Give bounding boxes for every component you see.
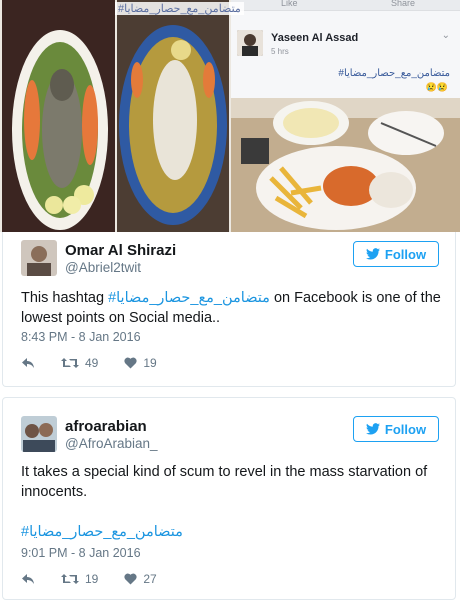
like-action[interactable]: 19 [124,356,157,370]
tweet-actions: 49 19 [21,356,183,370]
follow-label: Follow [384,421,427,437]
tweet-card: afroarabian @AfroArabian_ Follow It take… [2,397,456,600]
facebook-hashtag[interactable]: #متضامن_مع_حصار_مضايا [338,68,450,79]
facebook-share-link[interactable]: Share [391,0,415,8]
twitter-bird-icon [365,423,380,435]
user-handle[interactable]: @Abriel2twit [65,260,141,275]
heart-icon [124,573,137,585]
chevron-down-icon[interactable]: ⌄ [442,30,450,41]
meal-photo [231,98,460,232]
crying-emoji: 😢😢 [425,82,448,92]
retweet-icon [61,573,79,585]
follow-label: Follow [384,246,427,262]
retweet-icon [61,357,79,369]
facebook-author-avatar[interactable] [237,30,263,56]
tweet-card: Omar Al Shirazi @Abriel2twit Follow This… [2,232,456,387]
retweet-action[interactable]: 19 [61,572,98,586]
display-name[interactable]: Omar Al Shirazi [65,242,176,259]
like-count: 19 [143,356,157,370]
retweet-action[interactable]: 49 [61,356,98,370]
follow-button[interactable]: Follow [353,416,439,442]
facebook-like-link[interactable]: Like [281,0,298,8]
user-handle[interactable]: @AfroArabian_ [65,436,158,451]
facebook-action-bar: Like Share [231,0,460,11]
reply-icon[interactable] [21,573,35,585]
tweet-actions: 19 27 [21,572,183,586]
retweet-count: 49 [85,356,99,370]
tweet-text: This hashtag #متضامن_مع_حصار_مضايا on Fa… [21,288,441,328]
image-overlay-hashtag: #متضامن_مع_حصار_مضايا [115,2,244,15]
reply-icon[interactable] [21,357,35,369]
facebook-author-name[interactable]: Yaseen Al Assad [271,32,358,44]
tweet-timestamp[interactable]: 9:01 PM - 8 Jan 2016 [21,546,141,560]
tweet-text: It takes a special kind of scum to revel… [21,464,428,500]
tweet-text-part: This hashtag [21,290,109,306]
avatar[interactable] [21,240,57,276]
twitter-bird-icon [365,248,380,260]
tweet-timestamp[interactable]: 8:43 PM - 8 Jan 2016 [21,330,141,344]
heart-icon [124,357,137,369]
fish-dish-photo [2,0,115,232]
follow-button[interactable]: Follow [353,241,439,267]
rice-fish-photo [117,0,229,232]
hashtag-link[interactable]: #متضامن_مع_حصار_مضايا [21,522,441,542]
photo-collage: Like Share Yaseen Al Assad 5 hrs ⌄ #متضا… [0,0,460,232]
like-action[interactable]: 27 [124,572,157,586]
hashtag-link[interactable]: #متضامن_مع_حصار_مضايا [108,290,270,306]
retweet-count: 19 [85,572,99,586]
display-name[interactable]: afroarabian [65,418,147,435]
avatar[interactable] [21,416,57,452]
facebook-post: Like Share Yaseen Al Assad 5 hrs ⌄ #متضا… [231,0,460,232]
facebook-post-time: 5 hrs [271,47,289,56]
like-count: 27 [143,572,157,586]
